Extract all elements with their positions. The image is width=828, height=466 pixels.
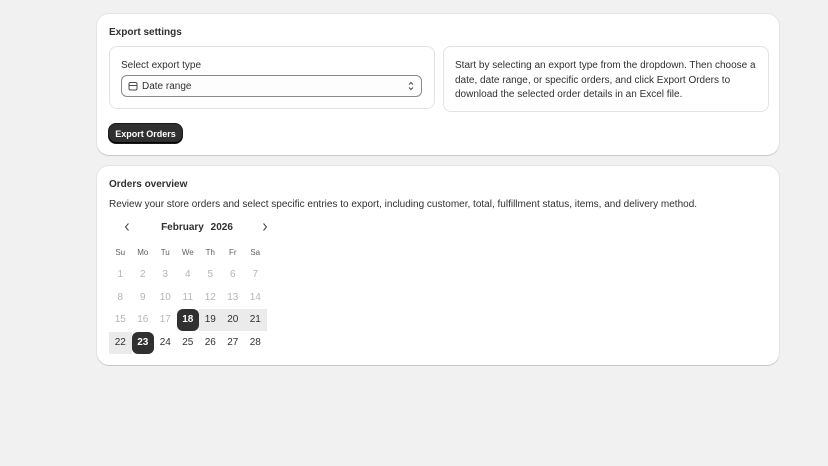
weekday-header: Th [205, 248, 215, 257]
orders-overview-card: Orders overview Review your store orders… [97, 166, 779, 365]
weekday-header: We [181, 248, 194, 257]
calendar-day[interactable]: 21 [244, 309, 267, 332]
export-info-text: Start by selecting an export type from t… [455, 60, 756, 100]
calendar-day[interactable]: 25 [177, 332, 200, 354]
calendar-day: 2 [139, 269, 146, 280]
calendar-day[interactable]: 27 [222, 332, 245, 354]
export-info-box: Start by selecting an export type from t… [443, 46, 769, 112]
calendar-day: 10 [159, 291, 171, 303]
calendar-day: 14 [249, 291, 261, 303]
export-settings-title: Export settings [109, 27, 182, 38]
calendar-day: 3 [162, 269, 169, 280]
orders-overview-title: Orders overview [109, 179, 188, 190]
export-type-value: Date range [142, 81, 192, 92]
orders-overview-description: Review your store orders and select spec… [109, 199, 698, 210]
calendar-day: 7 [252, 269, 259, 280]
export-type-box: Select export type Date range [109, 46, 435, 109]
calendar-day[interactable]: 26 [199, 332, 222, 354]
calendar-day: 17 [159, 314, 171, 326]
calendar-month: February [161, 222, 204, 233]
export-type-label: Select export type [121, 60, 202, 71]
export-orders-button[interactable]: Export Orders [109, 124, 182, 143]
chevron-right-icon[interactable] [260, 221, 270, 233]
calendar-day[interactable]: 28 [244, 332, 267, 354]
calendar-day[interactable]: 22 [109, 332, 132, 355]
select-chevron-icon [408, 81, 414, 91]
calendar-day: 8 [117, 291, 124, 303]
weekday-header: Tu [160, 248, 170, 257]
calendar-day: 11 [182, 291, 193, 303]
calendar-day: 5 [207, 269, 214, 280]
calendar-icon [128, 82, 138, 91]
calendar-day[interactable]: 19 [199, 309, 222, 332]
export-type-select[interactable]: Date range [121, 75, 422, 97]
calendar-day: 1 [117, 269, 124, 280]
calendar-day: 9 [139, 291, 146, 303]
calendar-day[interactable]: 24 [154, 332, 177, 354]
calendar-year: 2026 [210, 222, 233, 233]
calendar-day: 13 [227, 291, 239, 303]
weekday-header: Mo [137, 248, 149, 257]
calendar-day[interactable]: 18 [176, 309, 199, 332]
weekday-header: Fr [228, 248, 237, 257]
calendar-month-title: February 2026 [109, 222, 285, 233]
calendar-day: 6 [229, 269, 236, 280]
calendar-day: 15 [114, 314, 126, 326]
weekday-header: Su [115, 248, 126, 257]
calendar-day: 12 [204, 291, 216, 303]
calendar-day: 16 [137, 314, 149, 326]
calendar-day[interactable]: 23 [131, 332, 154, 355]
calendar-day[interactable]: 20 [221, 309, 244, 332]
export-settings-card: Export settings Select export type Date … [97, 14, 779, 155]
calendar-day: 4 [184, 269, 191, 280]
weekday-header: Sa [250, 248, 261, 257]
